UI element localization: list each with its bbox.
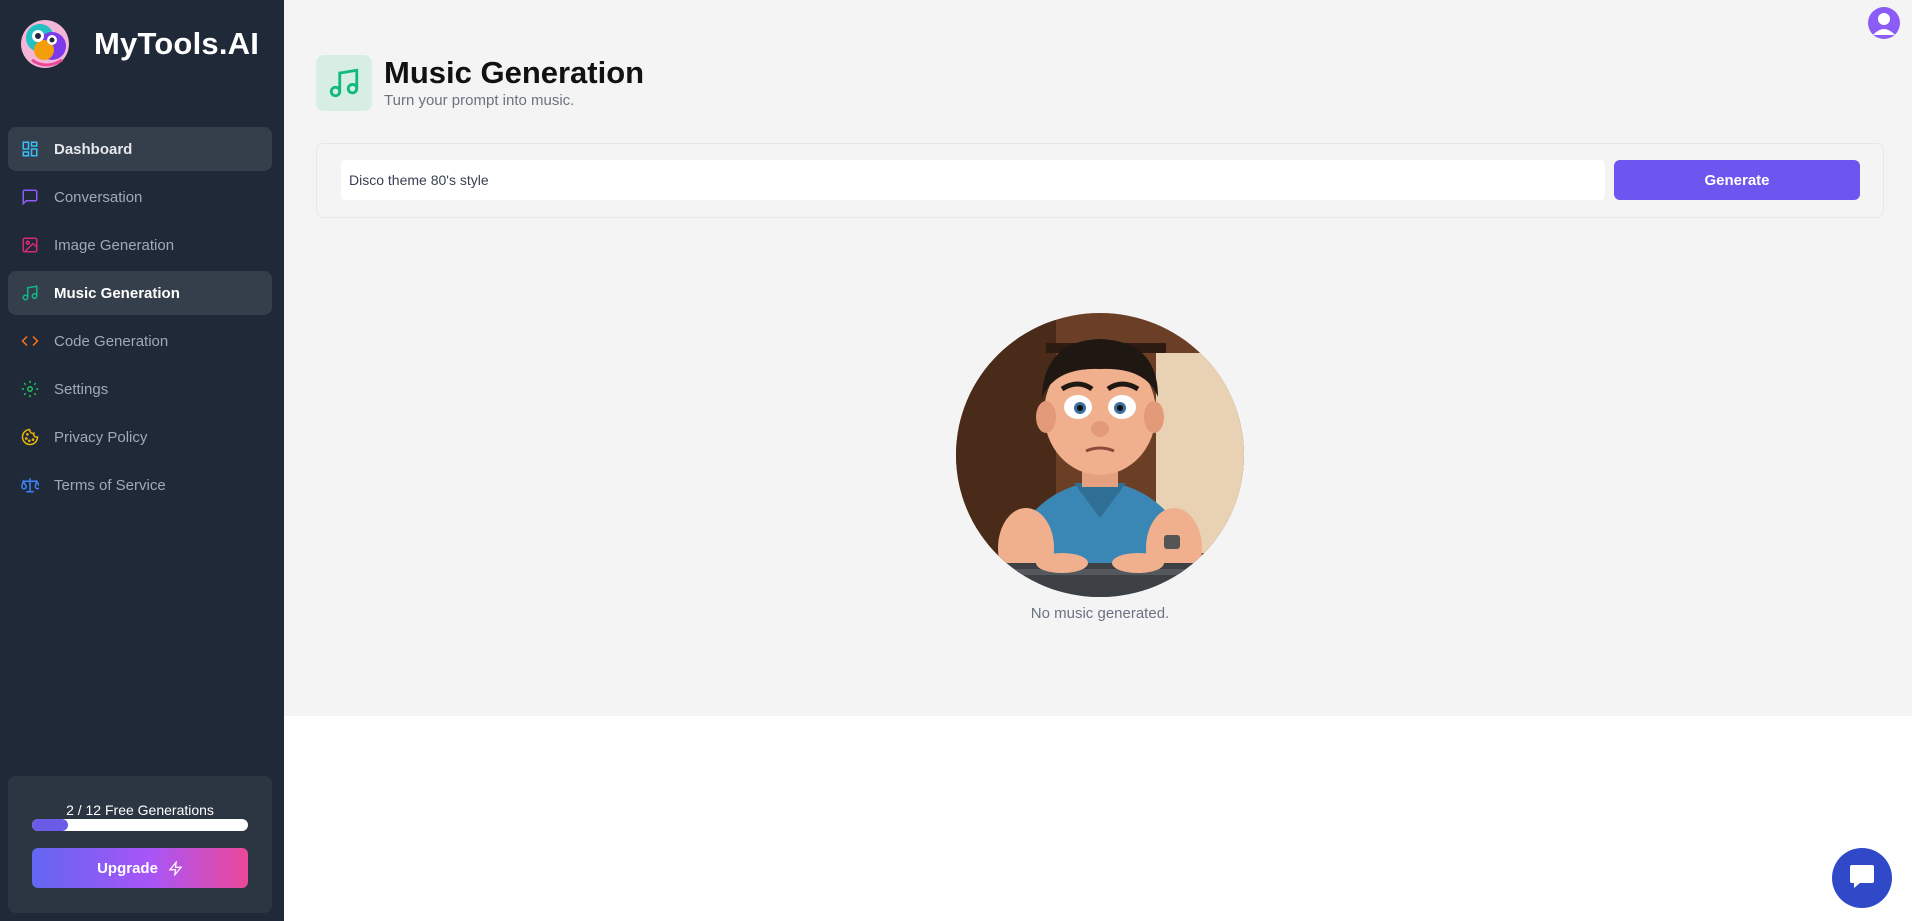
sidebar-item-label: Image Generation — [54, 236, 175, 254]
cookie-icon — [20, 427, 40, 447]
music-icon — [316, 55, 372, 111]
usage-progress-bar — [32, 819, 248, 831]
code-icon — [20, 331, 40, 351]
sidebar-item-conversation[interactable]: Conversation — [8, 175, 272, 219]
settings-icon — [20, 379, 40, 399]
sidebar-item-label: Code Generation — [54, 332, 169, 350]
empty-state-text: No music generated. — [1030, 605, 1170, 622]
upgrade-button-label: Upgrade — [97, 859, 158, 877]
page-subtitle: Turn your prompt into music. — [384, 92, 575, 109]
user-avatar[interactable] — [1868, 7, 1900, 39]
main-content: Music Generation Turn your prompt into m… — [284, 0, 1912, 716]
sidebar-item-label: Music Generation — [54, 284, 180, 302]
page-header: Music Generation Turn your prompt into m… — [316, 55, 644, 111]
brand-name: MyTools.AI — [94, 26, 260, 61]
page-title: Music Generation — [384, 55, 645, 90]
sidebar-item-label: Terms of Service — [54, 476, 166, 494]
message-square-icon — [20, 187, 40, 207]
zap-icon — [168, 860, 183, 876]
upgrade-button[interactable]: Upgrade — [32, 848, 248, 888]
sidebar-item-dashboard[interactable]: Dashboard — [8, 127, 272, 171]
generate-button[interactable]: Generate — [1614, 160, 1860, 200]
sidebar-nav: Dashboard Conversation Image Generation … — [8, 127, 272, 511]
usage-progress-fill — [32, 819, 68, 831]
empty-state: No music generated. — [956, 313, 1244, 622]
sidebar-item-label: Dashboard — [54, 140, 133, 158]
prompt-form: Generate — [316, 143, 1884, 218]
empty-state-illustration — [956, 313, 1244, 597]
music-icon — [20, 283, 40, 303]
sidebar-item-terms-of-service[interactable]: Terms of Service — [8, 463, 272, 507]
brand-logo-icon — [18, 16, 74, 72]
sidebar: MyTools.AI Dashboard Conversation Image … — [0, 0, 284, 921]
chat-support-button[interactable] — [1832, 848, 1892, 908]
sidebar-item-code-generation[interactable]: Code Generation — [8, 319, 272, 363]
sidebar-item-label: Privacy Policy — [54, 428, 148, 446]
free-usage-card: 2 / 12 Free Generations Upgrade — [8, 776, 272, 913]
image-icon — [20, 235, 40, 255]
chat-icon — [1846, 861, 1878, 896]
sidebar-item-image-generation[interactable]: Image Generation — [8, 223, 272, 267]
dashboard-icon — [20, 139, 40, 159]
brand[interactable]: MyTools.AI — [18, 16, 259, 72]
sidebar-item-label: Settings — [54, 380, 109, 398]
prompt-input[interactable] — [341, 160, 1605, 200]
sidebar-item-privacy-policy[interactable]: Privacy Policy — [8, 415, 272, 459]
sidebar-item-settings[interactable]: Settings — [8, 367, 272, 411]
free-generations-count: 2 / 12 Free Generations — [66, 802, 214, 818]
scale-icon — [20, 475, 40, 495]
sidebar-item-label: Conversation — [54, 188, 143, 206]
sidebar-item-music-generation[interactable]: Music Generation — [8, 271, 272, 315]
